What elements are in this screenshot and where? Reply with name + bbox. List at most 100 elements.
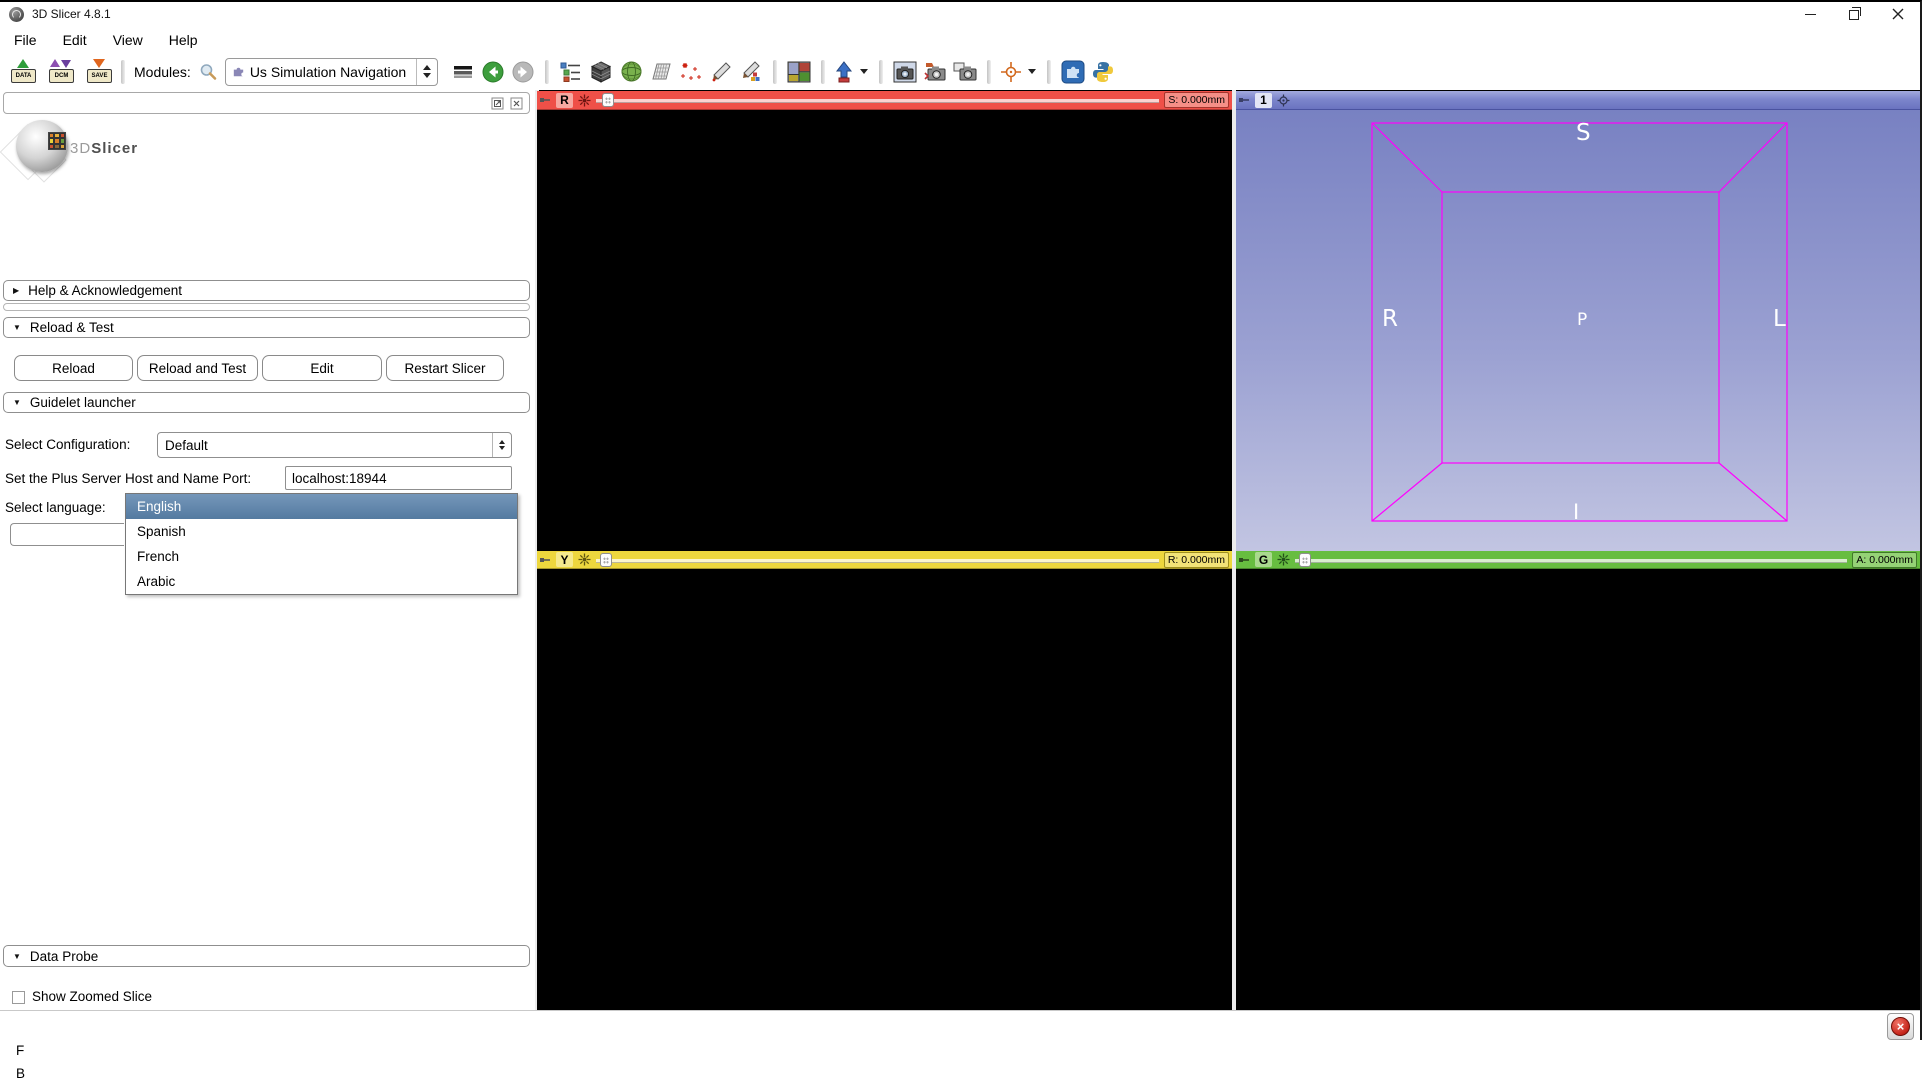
red-slice-menu-icon[interactable] (578, 94, 591, 107)
layout-icon[interactable] (784, 57, 814, 87)
capture-dropdown-icon[interactable] (860, 69, 868, 74)
module-search-icon[interactable] (197, 57, 219, 87)
markups-module-icon[interactable] (676, 57, 706, 87)
slicer-logo: 3DSlicer (6, 118, 266, 180)
language-option-arabic[interactable]: Arabic (126, 569, 517, 594)
red-slice-viewport[interactable] (537, 110, 1232, 551)
menu-help[interactable]: Help (157, 29, 210, 51)
pin-icon[interactable] (540, 555, 551, 565)
configuration-value: Default (158, 438, 492, 453)
green-slider-handle[interactable] (1299, 553, 1311, 567)
language-option-english[interactable]: English (126, 494, 517, 519)
load-data-icon[interactable]: DATA (8, 57, 38, 87)
yellow-slice-slider[interactable] (596, 553, 1159, 567)
central-area: 3DSlicer ▶ Help & Acknowledgement ▼ Relo… (0, 90, 1920, 1010)
menu-file[interactable]: File (2, 29, 49, 51)
reload-button[interactable]: Reload (14, 355, 133, 381)
toolbar-separator (121, 60, 125, 84)
section-reload-test[interactable]: ▼ Reload & Test (3, 317, 530, 338)
minimize-button[interactable] (1788, 2, 1832, 26)
red-slider-handle[interactable] (602, 93, 614, 107)
pin-icon[interactable] (540, 95, 551, 105)
green-slider-groove[interactable] (1295, 559, 1847, 563)
toolbar-separator (773, 60, 777, 84)
editor-module-icon[interactable] (706, 57, 736, 87)
language-combobox[interactable] (10, 523, 124, 546)
expanded-arrow-icon: ▼ (13, 323, 21, 332)
close-panel-icon[interactable] (510, 97, 523, 110)
yellow-slice-label[interactable]: Y (556, 552, 573, 567)
close-button[interactable] (1876, 2, 1920, 26)
yellow-slice-controller: Y R: 0.000mm (537, 551, 1232, 569)
module-history-icon[interactable] (448, 57, 478, 87)
green-slice-menu-icon[interactable] (1277, 553, 1290, 566)
edit-button[interactable]: Edit (262, 355, 382, 381)
red-slider-groove[interactable] (596, 99, 1159, 103)
models-module-icon[interactable] (616, 57, 646, 87)
red-slice-label[interactable]: R (556, 93, 573, 108)
language-option-spanish[interactable]: Spanish (126, 519, 517, 544)
yellow-slider-handle[interactable] (600, 553, 612, 567)
green-slice-label[interactable]: G (1255, 552, 1272, 567)
orientation-marker-posterior: P (1577, 310, 1587, 330)
restore-scene-view-icon[interactable] (950, 57, 980, 87)
logo-text-3d: 3D (70, 140, 91, 157)
green-slice-slider[interactable] (1295, 553, 1847, 567)
reload-and-test-button[interactable]: Reload and Test (137, 355, 258, 381)
transforms-module-icon[interactable] (646, 57, 676, 87)
error-log-button[interactable]: × (1887, 1013, 1914, 1040)
probe-row-b: B (16, 1066, 25, 1081)
yellow-slice-menu-icon[interactable] (578, 553, 591, 566)
plus-server-label: Set the Plus Server Host and Name Port: (5, 471, 251, 486)
logo-text-slicer: Slicer (91, 140, 138, 157)
module-selector-value: Us Simulation Navigation (250, 64, 406, 80)
restart-slicer-button[interactable]: Restart Slicer (386, 355, 504, 381)
module-selector[interactable]: Us Simulation Navigation (225, 58, 438, 86)
undock-panel-icon[interactable] (491, 97, 504, 110)
pin-icon[interactable] (1239, 555, 1250, 565)
section-guidelet-launcher[interactable]: ▼ Guidelet launcher (3, 392, 530, 413)
save-icon[interactable]: SAVE (84, 57, 114, 87)
threed-viewport[interactable]: S R P L I (1236, 110, 1920, 551)
config-label: Select Configuration: (5, 437, 130, 452)
threed-view-menu-icon[interactable] (1277, 94, 1290, 107)
screenshot-icon[interactable] (890, 57, 920, 87)
yellow-slice-viewport[interactable] (537, 569, 1232, 1010)
red-slice-slider[interactable] (596, 93, 1159, 107)
scene-view-icon[interactable] (920, 57, 950, 87)
error-log-icon: × (1891, 1017, 1910, 1036)
language-option-french[interactable]: French (126, 544, 517, 569)
menu-view[interactable]: View (101, 29, 155, 51)
section-data-probe[interactable]: ▼ Data Probe (3, 945, 530, 967)
restore-button[interactable] (1832, 2, 1876, 26)
section-help-acknowledgement[interactable]: ▶ Help & Acknowledgement (3, 280, 530, 301)
window-title: 3D Slicer 4.8.1 (32, 7, 111, 21)
module-puzzle-icon (231, 64, 246, 79)
configuration-combobox[interactable]: Default (157, 432, 512, 458)
language-label: Select language: (5, 500, 106, 515)
volumes-module-icon[interactable] (586, 57, 616, 87)
yellow-slider-groove[interactable] (596, 559, 1159, 563)
main-toolbar: DATA DCM SAVE Modules: Us Simulation Nav… (0, 53, 1920, 90)
data-module-icon[interactable] (556, 57, 586, 87)
module-selector-spinner[interactable] (416, 59, 437, 85)
crosshair-icon[interactable] (998, 57, 1024, 87)
import-dicom-icon[interactable]: DCM (46, 57, 76, 87)
extensions-manager-icon[interactable] (1058, 57, 1088, 87)
back-icon[interactable] (478, 57, 508, 87)
red-slice-offset: S: 0.000mm (1164, 92, 1229, 108)
orientation-marker-inferior: I (1573, 500, 1579, 524)
crosshair-dropdown-icon[interactable] (1028, 69, 1036, 74)
capture-icon[interactable] (832, 57, 856, 87)
threed-view-label[interactable]: 1 (1255, 93, 1272, 108)
forward-icon[interactable] (508, 57, 538, 87)
pin-icon[interactable] (1239, 95, 1250, 105)
segment-editor-module-icon[interactable] (736, 57, 766, 87)
green-slice-viewport[interactable] (1236, 569, 1920, 1010)
python-console-icon[interactable] (1088, 57, 1118, 87)
show-zoomed-slice-checkbox[interactable] (12, 991, 25, 1004)
status-bar: × (0, 1010, 1920, 1042)
configuration-spinner[interactable] (492, 433, 511, 457)
plus-server-input[interactable]: localhost:18944 (285, 466, 512, 490)
menu-edit[interactable]: Edit (51, 29, 99, 51)
